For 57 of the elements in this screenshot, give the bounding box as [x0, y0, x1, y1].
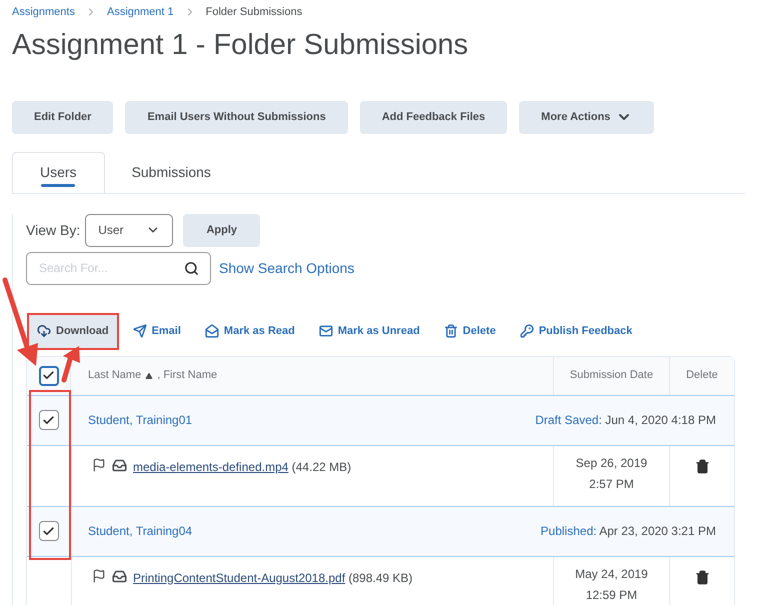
envelope-tray-icon — [204, 324, 219, 338]
inbox-icon — [112, 568, 127, 584]
apply-button[interactable]: Apply — [183, 214, 260, 246]
submission-time: 2:57 PM — [589, 476, 634, 492]
sort-icon[interactable] — [145, 372, 154, 380]
toolbar-button[interactable]: Delete — [436, 314, 504, 348]
view-by-select[interactable]: User — [85, 214, 174, 246]
checkbox[interactable] — [38, 366, 58, 386]
student-name-link[interactable]: Student, Training04 — [88, 522, 192, 540]
column-header[interactable]: Last Name — [88, 367, 142, 384]
cloud-download-icon — [37, 324, 51, 338]
file-link[interactable]: PrintingContentStudent-August2018.pdf — [133, 570, 346, 584]
submission-date: Sep 26, 2019 — [576, 454, 648, 472]
breadcrumb-link[interactable]: Assignments — [12, 4, 75, 20]
submission-time: 12:59 PM — [586, 586, 638, 604]
submission-status: Draft Saved: Jun 4, 2020 4:18 PM — [535, 412, 716, 429]
check-icon — [42, 524, 55, 538]
checkbox[interactable] — [38, 410, 58, 430]
search-options-link[interactable]: Show Search Options — [219, 258, 354, 278]
toolbar-button[interactable]: Mark as Read — [196, 314, 303, 348]
checkbox[interactable] — [38, 521, 58, 541]
search-icon[interactable] — [184, 260, 199, 276]
action-button[interactable]: Add Feedback Files — [360, 100, 508, 134]
breadcrumb-link[interactable]: Assignment 1 — [106, 4, 174, 20]
envelope-icon — [318, 324, 333, 338]
send-icon — [132, 324, 147, 338]
toolbar-button[interactable]: Email — [124, 314, 189, 348]
submission-status: Published: Apr 23, 2020 3:21 PM — [540, 523, 716, 540]
view-by-label: View By: — [26, 220, 80, 240]
column-header: Submission Date — [570, 368, 654, 384]
trash-icon[interactable] — [694, 458, 710, 474]
page-title: Assignment 1 - Folder Submissions — [12, 28, 470, 62]
action-button[interactable]: More Actions — [519, 100, 654, 134]
action-button[interactable]: Email Users Without Submissions — [125, 100, 348, 134]
toolbar-button[interactable]: Publish Feedback — [512, 314, 640, 348]
file-entry: media-elements-defined.mp4 (44.22 MB) — [133, 458, 352, 476]
flag-icon — [92, 458, 106, 472]
tab[interactable]: Users — [12, 152, 105, 192]
trash-icon — [444, 324, 458, 338]
key-icon — [520, 324, 534, 338]
annotation-arrow — [62, 346, 80, 382]
flag-icon — [92, 568, 106, 582]
column-header[interactable]: , First Name — [157, 367, 218, 384]
toolbar-button[interactable]: Mark as Unread — [310, 314, 428, 348]
inbox-icon — [112, 458, 127, 472]
check-icon — [42, 414, 55, 426]
breadcrumb-current: Folder Submissions — [206, 5, 302, 20]
column-header: Delete — [686, 368, 718, 384]
trash-icon[interactable] — [694, 570, 710, 584]
action-button[interactable]: Edit Folder — [12, 100, 114, 134]
student-name-link[interactable]: Student, Training01 — [88, 411, 192, 429]
toolbar-button[interactable]: Download — [29, 314, 117, 348]
file-entry: PrintingContentStudent-August2018.pdf (898.49 KB) — [133, 570, 413, 586]
submission-date: May 24, 2019 — [575, 566, 648, 582]
check-icon — [42, 369, 55, 382]
tab[interactable]: Submissions — [104, 152, 238, 192]
file-link[interactable]: media-elements-defined.mp4 — [133, 460, 288, 474]
